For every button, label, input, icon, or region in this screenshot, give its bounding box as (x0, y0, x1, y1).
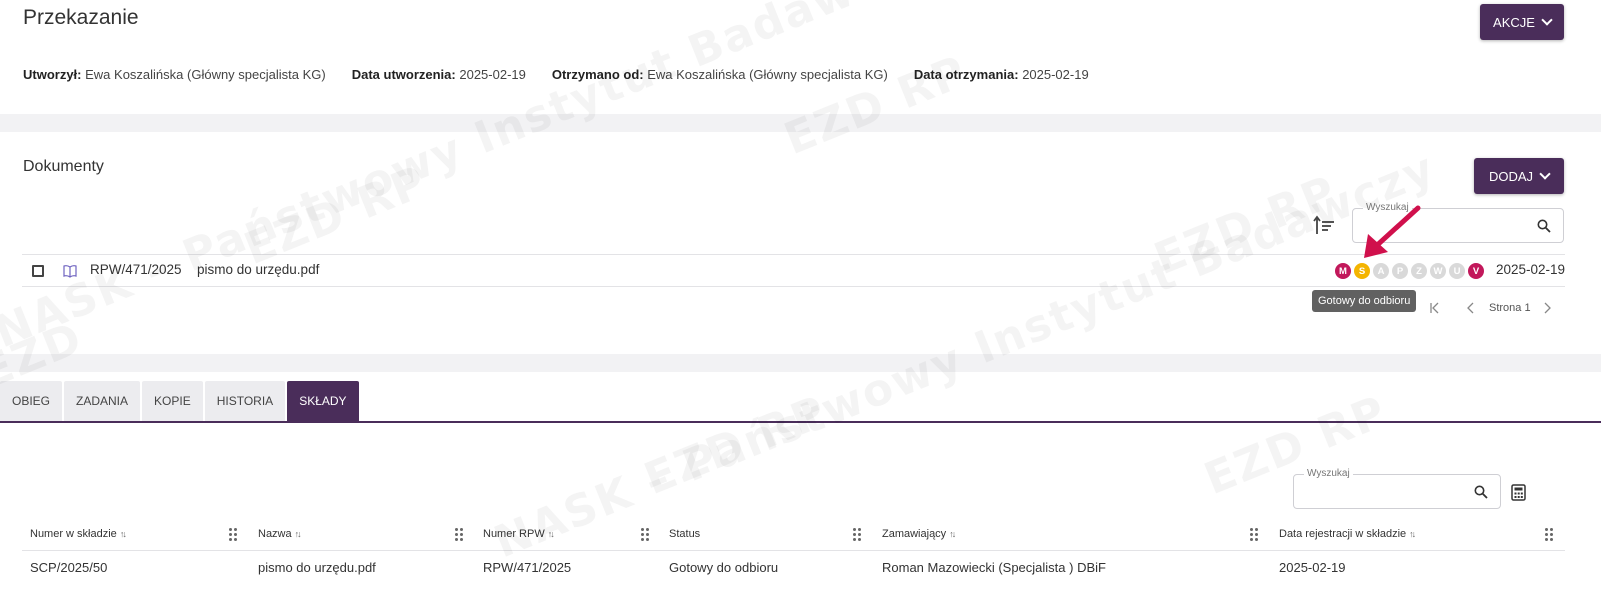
status-p-badge[interactable]: P (1392, 263, 1408, 279)
cell-numer-rpw: RPW/471/2025 (483, 560, 572, 575)
sort-arrows-icon[interactable]: ↑↓ (120, 529, 127, 539)
sklady-table-header: Numer w składzie ↑↓ Nazwa ↑↓ Numer RPW ↑↓ S… (22, 524, 1565, 551)
document-number[interactable]: RPW/471/2025 (90, 262, 182, 277)
tab-divider (0, 421, 1601, 423)
meta-info: Utworzył: Ewa Koszalińska (Główny specja… (23, 67, 1089, 82)
documents-title: Dokumenty (23, 158, 104, 175)
document-name[interactable]: pismo do urzędu.pdf (197, 262, 319, 277)
status-a-badge[interactable]: A (1373, 263, 1389, 279)
cell-status: Gotowy do odbioru (669, 560, 779, 575)
add-label: DODAJ (1488, 168, 1534, 184)
search-label: Wyszukaj (1304, 468, 1353, 479)
annotation-arrow-icon (1364, 205, 1421, 258)
meta-received-from: Otrzymano od: Ewa Koszalińska (Główny sp… (551, 67, 888, 82)
search-icon[interactable] (1474, 485, 1488, 499)
drag-handle-icon[interactable] (1250, 528, 1258, 541)
sort-arrows-icon[interactable]: ↑↓ (548, 529, 555, 539)
next-page-icon[interactable] (1540, 300, 1554, 316)
cell-numer: SCP/2025/50 (30, 560, 108, 575)
column-header-zamawiajacy[interactable]: Zamawiający ↑↓ (882, 528, 956, 540)
document-row[interactable]: RPW/471/2025 pismo do urzędu.pdf M S A P… (22, 254, 1565, 287)
status-tooltip: Gotowy do odbioru (1312, 290, 1417, 312)
add-button[interactable]: DODAJ (1474, 158, 1564, 194)
drag-handle-icon[interactable] (229, 528, 237, 541)
cell-data-rejestracji: 2025-02-19 (1279, 560, 1346, 575)
drag-handle-icon[interactable] (455, 528, 463, 541)
meta-received-date: Data otrzymania: 2025-02-19 (913, 67, 1089, 82)
drag-handle-icon[interactable] (641, 528, 649, 541)
calculator-icon[interactable] (1510, 483, 1528, 501)
status-indicators: M S A P Z W U V (1335, 263, 1484, 279)
page-label: Strona 1 (1489, 302, 1531, 314)
cell-zamawiajacy: Roman Mazowiecki (Specjalista ) DBiF (882, 560, 1106, 575)
tab-historia[interactable]: HISTORIA (204, 381, 286, 421)
prev-page-icon[interactable] (1464, 300, 1478, 316)
status-m-badge[interactable]: M (1335, 263, 1351, 279)
meta-created-date: Data utworzenia: 2025-02-19 (351, 67, 526, 82)
tab-obieg[interactable]: OBIEG (0, 381, 63, 421)
column-header-numer-rpw[interactable]: Numer RPW ↑↓ (483, 528, 555, 540)
row-checkbox[interactable] (32, 265, 44, 277)
sort-arrows-icon[interactable]: ↑↓ (295, 529, 302, 539)
status-w-badge[interactable]: W (1430, 263, 1446, 279)
table-row[interactable]: SCP/2025/50 pismo do urzędu.pdf RPW/471/… (22, 552, 1565, 584)
first-page-icon[interactable] (1428, 300, 1442, 316)
status-u-badge[interactable]: U (1449, 263, 1465, 279)
drag-handle-icon[interactable] (1545, 528, 1553, 541)
cell-nazwa: pismo do urzędu.pdf (258, 560, 376, 575)
tab-sklady[interactable]: SKŁADY (287, 381, 359, 421)
tab-zadania[interactable]: ZADANIA (64, 381, 141, 421)
column-header-status[interactable]: Status (669, 528, 700, 540)
status-z-badge[interactable]: Z (1411, 263, 1427, 279)
header-panel: Przekazanie AKCJE Utworzył: Ewa Koszaliń… (0, 0, 1601, 114)
sort-arrows-icon[interactable]: ↑↓ (949, 529, 956, 539)
sort-arrows-icon[interactable]: ↑↓ (1409, 529, 1416, 539)
status-s-badge[interactable]: S (1354, 263, 1370, 279)
column-header-numer[interactable]: Numer w składzie ↑↓ (30, 528, 127, 540)
page-title: Przekazanie (23, 6, 139, 29)
sort-icon[interactable] (1313, 215, 1335, 237)
document-date: 2025-02-19 (1495, 262, 1565, 277)
column-header-nazwa[interactable]: Nazwa ↑↓ (258, 528, 302, 540)
tab-kopie[interactable]: KOPIE (142, 381, 203, 421)
column-header-data-rejestracji[interactable]: Data rejestracji w składzie ↑↓ (1279, 528, 1416, 540)
search-icon[interactable] (1537, 219, 1551, 233)
actions-label: AKCJE (1493, 14, 1535, 30)
chevron-down-icon (1541, 14, 1553, 26)
chevron-down-icon (1539, 168, 1551, 180)
tab-bar: OBIEG ZADANIA KOPIE HISTORIA SKŁADY (0, 381, 359, 421)
meta-created-by: Utworzył: Ewa Koszalińska (Główny specja… (23, 67, 326, 82)
drag-handle-icon[interactable] (853, 528, 861, 541)
status-v-badge[interactable]: V (1468, 263, 1484, 279)
actions-button[interactable]: AKCJE (1480, 4, 1564, 40)
book-icon (63, 265, 77, 278)
sklady-search-input[interactable]: Wyszukaj (1293, 468, 1501, 509)
